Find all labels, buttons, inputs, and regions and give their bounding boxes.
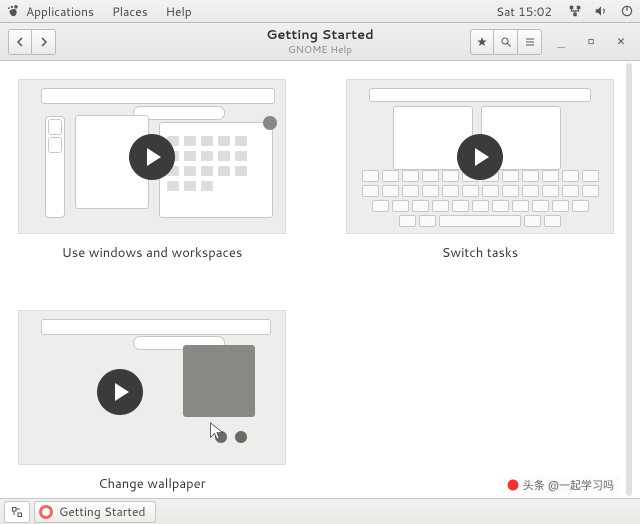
tile-caption: Use windows and workspaces xyxy=(18,244,286,262)
play-icon xyxy=(457,134,503,180)
chevron-right-icon xyxy=(39,37,49,47)
tile-grid: Use windows and workspaces Switch tasks xyxy=(18,79,622,493)
power-icon[interactable] xyxy=(620,4,634,18)
system-tray: Sat 15:02 xyxy=(496,3,634,20)
menu-help[interactable]: Help xyxy=(166,3,192,20)
bookmark-button[interactable] xyxy=(470,29,494,55)
nav-button-group xyxy=(8,29,56,55)
chevron-left-icon xyxy=(15,37,25,47)
menu-applications[interactable]: Applications xyxy=(26,3,94,20)
bottom-taskbar: Getting Started xyxy=(0,498,640,524)
maximize-button[interactable]: ▫ xyxy=(580,31,602,53)
help-content[interactable]: Use windows and workspaces Switch tasks xyxy=(0,61,640,498)
back-button[interactable] xyxy=(8,29,32,55)
play-icon xyxy=(97,369,143,415)
tile-thumbnail xyxy=(346,79,614,234)
star-icon xyxy=(476,36,488,48)
tile-windows-workspaces[interactable]: Use windows and workspaces xyxy=(18,79,286,262)
cursor-icon xyxy=(209,421,225,441)
toolbar-button-group xyxy=(470,29,542,55)
menu-button[interactable] xyxy=(518,29,542,55)
minimize-button[interactable]: _ xyxy=(550,31,572,53)
search-button[interactable] xyxy=(494,29,518,55)
gnome-logo-icon xyxy=(6,4,20,18)
tile-thumbnail xyxy=(18,79,286,234)
close-button[interactable]: ✕ xyxy=(610,31,632,53)
hamburger-icon xyxy=(524,36,536,48)
tile-caption: Switch tasks xyxy=(346,244,614,262)
help-headerbar: Getting Started GNOME Help _ ▫ ✕ xyxy=(0,23,640,61)
tile-switch-tasks[interactable]: Switch tasks xyxy=(346,79,614,262)
show-desktop-button[interactable] xyxy=(4,501,30,523)
watermark: 头条 @一起学习吗 xyxy=(501,476,620,494)
panel-menus: Applications Places Help xyxy=(26,3,192,20)
menu-places[interactable]: Places xyxy=(112,3,148,20)
gnome-top-panel: Applications Places Help Sat 15:02 xyxy=(0,0,640,23)
tile-change-wallpaper[interactable]: Change wallpaper xyxy=(18,310,286,493)
workspace-switcher-icon xyxy=(11,506,23,518)
taskbar-item-help[interactable]: Getting Started xyxy=(34,501,156,523)
clock-label[interactable]: Sat 15:02 xyxy=(496,3,552,20)
volume-icon[interactable] xyxy=(594,4,608,18)
search-icon xyxy=(500,36,512,48)
watermark-text: 头条 @一起学习吗 xyxy=(523,477,614,493)
watermark-icon xyxy=(507,479,519,491)
taskbar-item-label: Getting Started xyxy=(59,503,145,520)
tile-caption: Change wallpaper xyxy=(18,475,286,493)
forward-button[interactable] xyxy=(32,29,56,55)
tile-thumbnail xyxy=(18,310,286,465)
play-icon xyxy=(129,134,175,180)
help-app-icon xyxy=(39,505,53,519)
network-icon[interactable] xyxy=(568,4,582,18)
